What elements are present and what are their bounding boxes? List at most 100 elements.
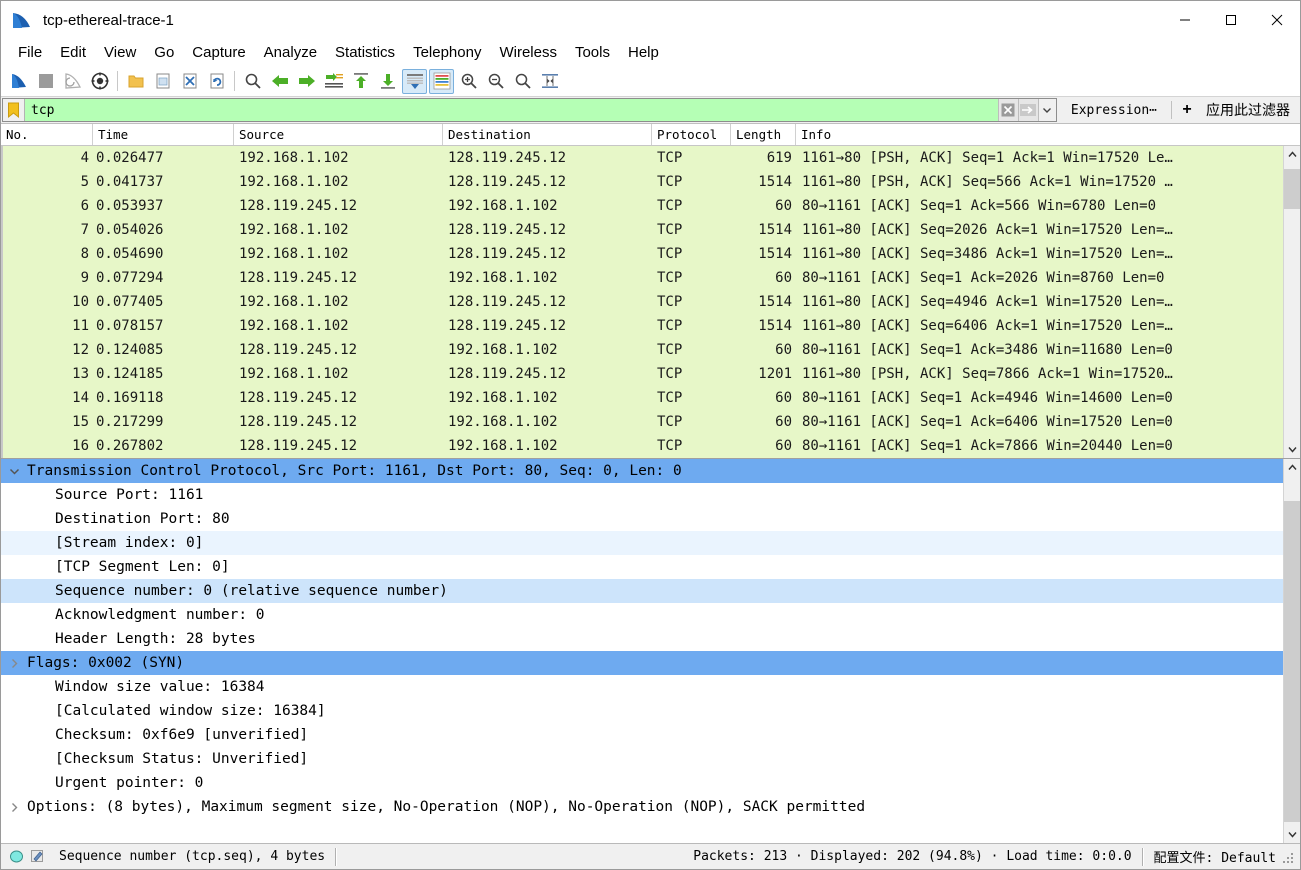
packet-list-scrollbar[interactable] <box>1283 146 1300 458</box>
detail-tree-row[interactable]: [Stream index: 0] <box>1 531 1283 555</box>
go-to-last-packet-icon[interactable] <box>375 69 400 94</box>
resize-grip-icon[interactable] <box>1282 850 1296 864</box>
go-to-packet-icon[interactable] <box>321 69 346 94</box>
detail-tree-row[interactable]: Source Port: 1161 <box>1 483 1283 507</box>
clear-filter-icon[interactable] <box>997 99 1018 121</box>
bookmark-icon[interactable] <box>3 99 25 121</box>
packet-list-row[interactable]: 5 0.041737 192.168.1.102 128.119.245.12 TCP 1… <box>3 170 1283 194</box>
go-to-first-packet-icon[interactable] <box>348 69 373 94</box>
go-back-icon[interactable] <box>267 69 292 94</box>
detail-tree-row[interactable]: Destination Port: 80 <box>1 507 1283 531</box>
detail-tree-row[interactable]: Transmission Control Protocol, Src Port:… <box>1 459 1283 483</box>
column-header-source[interactable]: Source <box>234 124 443 145</box>
detail-row-label: Urgent pointer: 0 <box>55 775 204 791</box>
column-header-time[interactable]: Time <box>93 124 234 145</box>
detail-row-label: [TCP Segment Len: 0] <box>55 559 230 575</box>
minimize-icon[interactable] <box>1162 1 1208 39</box>
detail-tree-row[interactable]: [TCP Segment Len: 0] <box>1 555 1283 579</box>
open-file-icon[interactable] <box>123 69 148 94</box>
detail-tree-row[interactable]: Urgent pointer: 0 <box>1 771 1283 795</box>
detail-tree-row[interactable]: Flags: 0x002 (SYN) <box>1 651 1283 675</box>
close-file-icon[interactable] <box>177 69 202 94</box>
find-packet-icon[interactable] <box>240 69 265 94</box>
menu-view[interactable]: View <box>95 42 145 64</box>
packet-list-row[interactable]: 7 0.054026 192.168.1.102 128.119.245.12 TCP 1… <box>3 218 1283 242</box>
packet-list-row[interactable]: 10 0.077405 192.168.1.102 128.119.245.12 TCP… <box>3 290 1283 314</box>
column-header-destination[interactable]: Destination <box>443 124 652 145</box>
go-forward-icon[interactable] <box>294 69 319 94</box>
packet-list-rows[interactable]: 4 0.026477 192.168.1.102 128.119.245.12 TCP 6… <box>1 146 1283 458</box>
packet-list-row[interactable]: 12 0.124085 128.119.245.12 192.168.1.102 TCP… <box>3 338 1283 362</box>
detail-tree-row[interactable]: [Checksum Status: Unverified] <box>1 747 1283 771</box>
menu-edit[interactable]: Edit <box>51 42 95 64</box>
menu-telephony[interactable]: Telephony <box>404 42 490 64</box>
save-file-icon[interactable] <box>150 69 175 94</box>
filter-input-wrapper[interactable]: tcp <box>2 98 1057 122</box>
packet-detail-scroll-track[interactable] <box>1284 476 1300 826</box>
scroll-down-arrow-icon[interactable] <box>1284 826 1300 843</box>
auto-scroll-icon[interactable] <box>402 68 427 94</box>
chevron-down-icon[interactable] <box>1037 99 1056 121</box>
detail-tree-row[interactable]: [Calculated window size: 16384] <box>1 699 1283 723</box>
packet-list-scroll-thumb[interactable] <box>1284 169 1300 209</box>
menu-tools[interactable]: Tools <box>566 42 619 64</box>
maximize-icon[interactable] <box>1208 1 1254 39</box>
detail-tree-row[interactable]: Sequence number: 0 (relative sequence nu… <box>1 579 1283 603</box>
stop-capture-icon[interactable] <box>33 69 58 94</box>
detail-row-label: Destination Port: 80 <box>55 511 230 527</box>
status-profile-text[interactable]: 配置文件: Default <box>1154 847 1282 866</box>
menu-capture[interactable]: Capture <box>183 42 254 64</box>
detail-tree-row[interactable]: Window size value: 16384 <box>1 675 1283 699</box>
packet-list-row[interactable]: 15 0.217299 128.119.245.12 192.168.1.102 TCP… <box>3 410 1283 434</box>
column-header-protocol[interactable]: Protocol <box>652 124 731 145</box>
chevron-right-icon[interactable] <box>1 802 27 813</box>
capture-comment-icon[interactable] <box>30 849 45 864</box>
filter-input[interactable]: tcp <box>25 99 998 121</box>
packet-list-row[interactable]: 14 0.169118 128.119.245.12 192.168.1.102 TCP… <box>3 386 1283 410</box>
add-filter-button[interactable]: + <box>1172 97 1202 123</box>
detail-tree-row[interactable]: Checksum: 0xf6e9 [unverified] <box>1 723 1283 747</box>
packet-list-scroll-track[interactable] <box>1284 163 1300 441</box>
detail-tree-row[interactable]: Options: (8 bytes), Maximum segment size… <box>1 795 1283 819</box>
packet-list-row[interactable]: 4 0.026477 192.168.1.102 128.119.245.12 TCP 6… <box>3 146 1283 170</box>
zoom-out-icon[interactable] <box>483 69 508 94</box>
apply-this-filter-label[interactable]: 应用此过滤器 <box>1202 97 1300 123</box>
menu-go[interactable]: Go <box>145 42 183 64</box>
expert-info-icon[interactable] <box>9 849 24 864</box>
zoom-in-icon[interactable] <box>456 69 481 94</box>
detail-tree-row[interactable]: Acknowledgment number: 0 <box>1 603 1283 627</box>
restart-capture-icon[interactable] <box>60 69 85 94</box>
packet-list-row[interactable]: 13 0.124185 192.168.1.102 128.119.245.12 TCP… <box>3 362 1283 386</box>
packet-list-row[interactable]: 11 0.078157 192.168.1.102 128.119.245.12 TCP… <box>3 314 1283 338</box>
zoom-reset-icon[interactable] <box>510 69 535 94</box>
column-header-info[interactable]: Info <box>796 124 1300 145</box>
close-icon[interactable] <box>1254 1 1300 39</box>
packet-list-row[interactable]: 8 0.054690 192.168.1.102 128.119.245.12 TCP 1… <box>3 242 1283 266</box>
apply-filter-arrow-icon[interactable] <box>1017 99 1038 121</box>
start-capture-icon[interactable] <box>6 69 31 94</box>
menu-wireless[interactable]: Wireless <box>490 42 566 64</box>
packet-detail-scroll-thumb[interactable] <box>1284 501 1300 822</box>
colorize-packets-icon[interactable] <box>429 68 454 94</box>
menu-file[interactable]: File <box>9 42 51 64</box>
chevron-right-icon[interactable] <box>1 658 27 669</box>
reload-file-icon[interactable] <box>204 69 229 94</box>
capture-options-icon[interactable] <box>87 69 112 94</box>
filter-expression-button[interactable]: Expression⋯ <box>1057 97 1171 123</box>
scroll-up-arrow-icon[interactable] <box>1284 146 1300 163</box>
packet-detail-scrollbar[interactable] <box>1283 459 1300 843</box>
packet-list-row[interactable]: 6 0.053937 128.119.245.12 192.168.1.102 TCP 6… <box>3 194 1283 218</box>
packet-detail-tree[interactable]: Transmission Control Protocol, Src Port:… <box>1 459 1283 843</box>
scroll-down-arrow-icon[interactable] <box>1284 441 1300 458</box>
packet-list-row[interactable]: 9 0.077294 128.119.245.12 192.168.1.102 TCP 6… <box>3 266 1283 290</box>
packet-list-row[interactable]: 16 0.267802 128.119.245.12 192.168.1.102 TCP… <box>3 434 1283 458</box>
menu-statistics[interactable]: Statistics <box>326 42 404 64</box>
chevron-down-icon[interactable] <box>1 467 27 476</box>
scroll-up-arrow-icon[interactable] <box>1284 459 1300 476</box>
column-header-length[interactable]: Length <box>731 124 796 145</box>
menu-analyze[interactable]: Analyze <box>255 42 326 64</box>
menu-help[interactable]: Help <box>619 42 668 64</box>
column-header-no[interactable]: No. <box>1 124 93 145</box>
detail-tree-row[interactable]: Header Length: 28 bytes <box>1 627 1283 651</box>
resize-columns-icon[interactable] <box>537 69 562 94</box>
